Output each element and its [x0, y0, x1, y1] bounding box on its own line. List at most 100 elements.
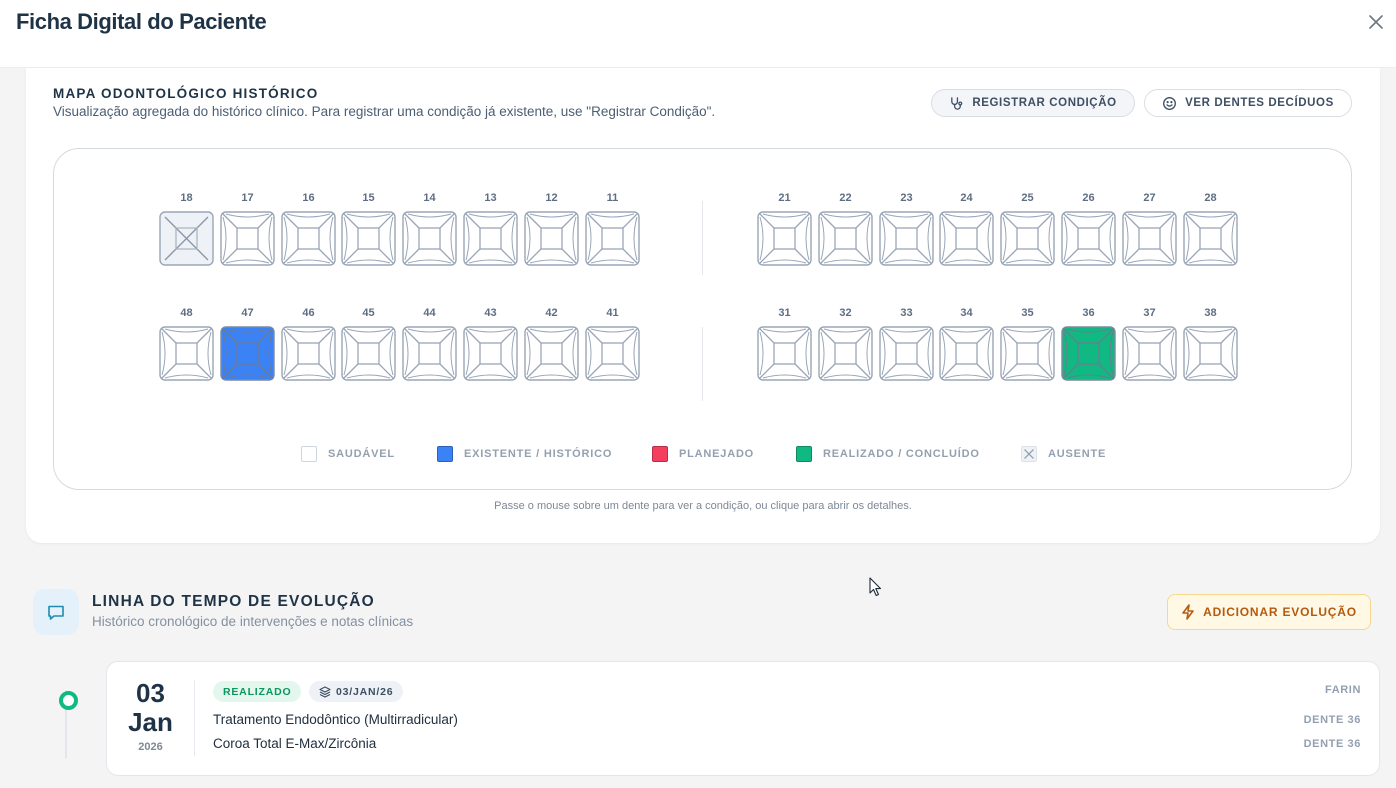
lightning-icon [1182, 604, 1194, 620]
register-condition-button[interactable]: REGISTRAR CONDIÇÃO [931, 89, 1135, 117]
tooth-surface-diagram[interactable] [939, 326, 994, 381]
tooth-41[interactable]: 41 [585, 306, 640, 381]
add-evolution-label: ADICIONAR EVOLUÇÃO [1203, 605, 1357, 619]
deciduous-teeth-button[interactable]: VER DENTES DECÍDUOS [1144, 89, 1352, 117]
tooth-number: 22 [839, 192, 852, 204]
tooth-surface-diagram[interactable] [585, 211, 640, 266]
modal-title: Ficha Digital do Paciente [16, 9, 267, 34]
tooth-surface-diagram[interactable] [585, 326, 640, 381]
tooth-surface-diagram[interactable] [220, 326, 275, 381]
tooth-34[interactable]: 34 [939, 306, 994, 381]
tooth-number: 36 [1082, 307, 1095, 319]
tooth-surface-diagram[interactable] [1000, 326, 1055, 381]
odontogram-title: MAPA ODONTOLÓGICO HISTÓRICO [53, 86, 319, 101]
tooth-surface-diagram[interactable] [818, 211, 873, 266]
timeline-title: LINHA DO TEMPO DE EVOLUÇÃO [92, 593, 375, 610]
stethoscope-icon [951, 96, 963, 110]
tooth-22[interactable]: 22 [818, 191, 873, 266]
add-evolution-button[interactable]: ADICIONAR EVOLUÇÃO [1167, 594, 1371, 630]
tooth-surface-diagram[interactable] [1061, 211, 1116, 266]
tooth-number: 32 [839, 307, 852, 319]
tooth-12[interactable]: 12 [524, 191, 579, 266]
tooth-21[interactable]: 21 [757, 191, 812, 266]
timeline-subtitle: Histórico cronológico de intervenções e … [92, 614, 414, 629]
tooth-45[interactable]: 45 [341, 306, 396, 381]
tooth-surface-diagram[interactable] [818, 326, 873, 381]
tooth-32[interactable]: 32 [818, 306, 873, 381]
tooth-number: 45 [362, 307, 375, 319]
tooth-42[interactable]: 42 [524, 306, 579, 381]
tooth-25[interactable]: 25 [1000, 191, 1055, 266]
tooth-17[interactable]: 17 [220, 191, 275, 266]
tooth-number: 41 [606, 307, 619, 319]
tooth-36[interactable]: 36 [1061, 306, 1116, 381]
tooth-surface-diagram[interactable] [463, 211, 518, 266]
tooth-31[interactable]: 31 [757, 306, 812, 381]
tooth-33[interactable]: 33 [879, 306, 934, 381]
tooth-14[interactable]: 14 [402, 191, 457, 266]
tooth-surface-diagram[interactable] [1061, 326, 1116, 381]
legend-swatch [437, 446, 453, 462]
legend-label: AUSENTE [1048, 448, 1107, 460]
tooth-surface-diagram[interactable] [220, 211, 275, 266]
tooth-surface-diagram[interactable] [1122, 211, 1177, 266]
tooth-48[interactable]: 48 [159, 306, 214, 381]
tooth-number: 17 [241, 192, 254, 204]
tooth-11[interactable]: 11 [585, 191, 640, 266]
tooth-surface-diagram[interactable] [402, 211, 457, 266]
entry-separator [194, 680, 195, 756]
tooth-surface-diagram[interactable] [1183, 211, 1238, 266]
tooth-surface-diagram[interactable] [281, 326, 336, 381]
tooth-47[interactable]: 47 [220, 306, 275, 381]
timeline-icon-box [33, 589, 79, 635]
legend-item-saudavel: SAUDÁVEL [301, 446, 395, 462]
legend-label: REALIZADO / CONCLUÍDO [823, 448, 980, 460]
tooth-23[interactable]: 23 [879, 191, 934, 266]
tooth-28[interactable]: 28 [1183, 191, 1238, 266]
tooth-number: 18 [180, 192, 193, 204]
tooth-surface-diagram[interactable] [1183, 326, 1238, 381]
tooth-surface-diagram[interactable] [879, 326, 934, 381]
tooth-number: 46 [302, 307, 315, 319]
tooth-surface-diagram[interactable] [281, 211, 336, 266]
timeline-entry[interactable]: 03 Jan 2026 REALIZADO 03/JAN/26 Tratamen… [106, 661, 1380, 776]
tooth-surface-diagram[interactable] [757, 211, 812, 266]
entry-date-badge: 03/JAN/26 [309, 681, 404, 702]
tooth-surface-diagram[interactable] [757, 326, 812, 381]
tooth-surface-diagram[interactable] [341, 326, 396, 381]
tooth-44[interactable]: 44 [402, 306, 457, 381]
tooth-surface-diagram[interactable] [1000, 211, 1055, 266]
tooth-46[interactable]: 46 [281, 306, 336, 381]
odontogram-legend: SAUDÁVEL EXISTENTE / HISTÓRICO PLANEJADO RE… [54, 446, 1353, 464]
tooth-surface-diagram[interactable] [463, 326, 518, 381]
tooth-26[interactable]: 26 [1061, 191, 1116, 266]
entry-professional: FARIN [1325, 684, 1361, 696]
tooth-surface-diagram[interactable] [879, 211, 934, 266]
tooth-27[interactable]: 27 [1122, 191, 1177, 266]
tooth-13[interactable]: 13 [463, 191, 518, 266]
tooth-16[interactable]: 16 [281, 191, 336, 266]
tooth-38[interactable]: 38 [1183, 306, 1238, 381]
entry-month: Jan [128, 707, 173, 737]
tooth-number: 24 [960, 192, 973, 204]
tooth-surface-diagram[interactable] [159, 326, 214, 381]
message-icon [48, 605, 64, 620]
tooth-surface-diagram[interactable] [1122, 326, 1177, 381]
tooth-surface-diagram[interactable] [159, 211, 214, 266]
tooth-24[interactable]: 24 [939, 191, 994, 266]
tooth-number: 43 [484, 307, 497, 319]
tooth-15[interactable]: 15 [341, 191, 396, 266]
tooth-37[interactable]: 37 [1122, 306, 1177, 381]
odontogram-hint: Passe o mouse sobre um dente para ver a … [494, 500, 912, 512]
tooth-43[interactable]: 43 [463, 306, 518, 381]
tooth-surface-diagram[interactable] [402, 326, 457, 381]
close-button[interactable] [1362, 8, 1390, 36]
tooth-surface-diagram[interactable] [524, 211, 579, 266]
tooth-18[interactable]: 18 [159, 191, 214, 266]
smile-icon [1163, 96, 1177, 110]
tooth-surface-diagram[interactable] [341, 211, 396, 266]
tooth-surface-diagram[interactable] [939, 211, 994, 266]
tooth-surface-diagram[interactable] [524, 326, 579, 381]
tooth-number: 26 [1082, 192, 1095, 204]
tooth-35[interactable]: 35 [1000, 306, 1055, 381]
